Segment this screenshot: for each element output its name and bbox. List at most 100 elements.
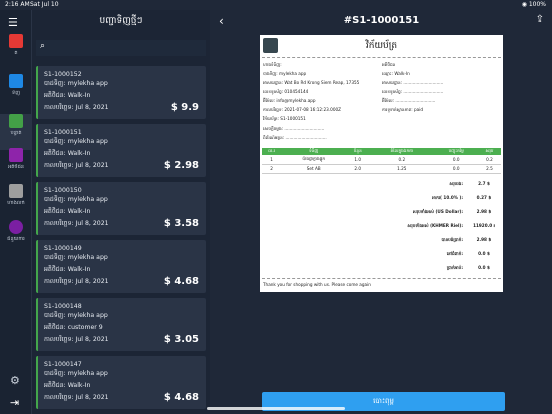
nav-label: បន្ទាត់ bbox=[10, 130, 22, 136]
order-id: S1-1000150 bbox=[44, 187, 82, 194]
table-cell: 1.0 bbox=[346, 155, 370, 165]
logout-icon[interactable]: ⇥ bbox=[10, 396, 19, 409]
order-amount: $ 4.68 bbox=[163, 392, 199, 403]
home-indicator bbox=[207, 407, 345, 410]
user-icon bbox=[9, 148, 23, 162]
list-icon bbox=[9, 114, 23, 128]
order-amount: $ 9.9 bbox=[170, 102, 199, 113]
order-date: កាលបរិច្ឆេទ: Jul 8, 2021 bbox=[44, 162, 109, 169]
order-card[interactable]: S1-1000147 បាដទិញ: mylekha app អតិថិជន: … bbox=[36, 356, 206, 409]
store-field: បាងទិញ: mylekha app bbox=[263, 71, 307, 76]
order-customer: អតិថិជន: Walk-In bbox=[44, 92, 91, 99]
table-header: សរុប bbox=[477, 148, 501, 155]
pos-icon bbox=[9, 34, 23, 48]
summary-label: សរុបរង: bbox=[449, 181, 463, 186]
order-seller: បាដទិញ: mylekha app bbox=[44, 370, 108, 377]
order-card[interactable]: S1-1000151 បាដទិញ: mylekha app អតិថិជន: … bbox=[36, 124, 206, 177]
table-header: ល.រ bbox=[262, 148, 282, 155]
order-date: កាលបរិច្ឆេទ: Jul 8, 2021 bbox=[44, 104, 109, 111]
menu-icon[interactable]: ☰ bbox=[8, 16, 18, 29]
order-customer: អតិថិជន: Walk-In bbox=[44, 382, 91, 389]
store-field: ពិព័រណ៍អត្ថន: ..........................… bbox=[263, 135, 327, 140]
nav-item-pos[interactable]: ត bbox=[0, 34, 32, 70]
order-seller: បាដទិញ: mylekha app bbox=[44, 80, 108, 87]
summary-label: នៅជំពាក់: bbox=[446, 251, 463, 256]
order-id: S1-1000151 bbox=[44, 129, 82, 136]
order-seller: បាដទិញ: mylekha app bbox=[44, 138, 108, 145]
nav-rail: ☰ ត ទិញ បន្ទាត់ អតិថិជន ហាងលក់ ជំនួយការ … bbox=[0, 10, 32, 414]
table-cell: 1.25 bbox=[369, 164, 435, 174]
share-icon[interactable]: ⇪ bbox=[536, 14, 544, 25]
table-cell: 2.5 bbox=[477, 164, 501, 174]
nav-label: ទិញ bbox=[12, 90, 20, 96]
order-amount: $ 2.98 bbox=[163, 160, 199, 171]
summary-label: ប្រាក់អាប់: bbox=[446, 265, 463, 270]
table-cell: 0.0 bbox=[434, 164, 478, 174]
table-cell: 0.2 bbox=[369, 155, 435, 165]
store-icon bbox=[9, 184, 23, 198]
summary-value: 2.7 $ bbox=[478, 181, 490, 186]
order-customer: អតិថិជន: Walk-In bbox=[44, 208, 91, 215]
order-id: S1-1000147 bbox=[44, 361, 82, 368]
nav-item-store[interactable]: ហាងលក់ bbox=[0, 184, 32, 220]
store-field: កាលបរិច្ឆេទ: 2021-07-08 16:12:23.000Z bbox=[263, 107, 342, 112]
table-cell: 1 bbox=[262, 155, 282, 165]
summary-value: 0.0 $ bbox=[478, 265, 490, 270]
order-customer: អតិថិជន: customer 9 bbox=[44, 324, 103, 331]
table-cell: 2 bbox=[262, 164, 282, 174]
summary-label: បានបង់ប្រាក់: bbox=[441, 237, 463, 242]
nav-item-purchase[interactable]: ទិញ bbox=[0, 74, 32, 110]
table-header: បញ្ចុះតម្លៃ bbox=[434, 148, 478, 155]
order-date: កាលបរិច្ឆេទ: Jul 8, 2021 bbox=[44, 278, 109, 285]
summary-label: សរុបទាំងអស់ (KHMER Riel): bbox=[407, 223, 463, 228]
order-amount: $ 3.05 bbox=[163, 334, 199, 345]
summary-label: សរុបទាំងអស់ (US Dollar): bbox=[412, 209, 463, 214]
receipt-footer: Thank you for shopping with us. Please c… bbox=[263, 282, 371, 287]
customer-field: ឈ្មោះ: Walk-In bbox=[382, 71, 410, 76]
order-amount: $ 3.58 bbox=[163, 218, 199, 229]
customer-field: អ៊ីម៉ែល: .............................. bbox=[382, 98, 436, 103]
summary-value: 0.0 $ bbox=[478, 251, 490, 256]
nav-label: ជំនួយការ bbox=[7, 236, 25, 242]
table-cell: ប៉ាងផ្លាក្លាងផ្លូក bbox=[281, 155, 347, 165]
nav-item-orders[interactable]: បន្ទាត់ bbox=[0, 114, 32, 150]
search-bar[interactable]: ⌕ bbox=[36, 40, 206, 56]
customer-field: ការទូទាត់ស្ថានភាព: paid bbox=[382, 107, 424, 112]
status-time: 2:16 AM bbox=[5, 1, 30, 8]
order-card[interactable]: S1-1000148 បាដទិញ: mylekha app អតិថិជន: … bbox=[36, 298, 206, 351]
status-date: Sat Jul 10 bbox=[30, 1, 59, 8]
order-card[interactable]: S1-1000150 បាដទិញ: mylekha app អតិថិជន: … bbox=[36, 182, 206, 235]
store-field: វិក័យប័ត្រ: S1-1000151 bbox=[263, 116, 306, 121]
orders-list: S1-1000152 បាដទិញ: mylekha app អតិថិជន: … bbox=[36, 66, 206, 414]
summary-value: 0.27 $ bbox=[476, 195, 492, 200]
order-date: កាលបរិច្ឆេទ: Jul 8, 2021 bbox=[44, 220, 109, 227]
order-amount: $ 4.68 bbox=[163, 276, 199, 287]
table-cell: 0.0 bbox=[434, 155, 478, 165]
summary-value: 2.98 $ bbox=[476, 209, 492, 214]
divider bbox=[262, 57, 501, 58]
settings-icon[interactable]: ⚙ bbox=[10, 374, 20, 387]
nav-item-customers[interactable]: អតិថិជន bbox=[0, 148, 32, 184]
basket-icon bbox=[9, 74, 23, 88]
orders-panel: បញ្ជាទិញថ្មីៗ ⌕ S1-1000152 បាដទិញ: mylek… bbox=[32, 10, 210, 414]
nav-item-help[interactable]: ជំនួយការ bbox=[0, 220, 32, 256]
table-row: 1 ប៉ាងផ្លាក្លាងផ្លូក 1.0 0.2 0.0 0.2 bbox=[262, 155, 501, 165]
divider bbox=[262, 278, 501, 279]
order-detail-title: #S1-1000151 bbox=[343, 15, 420, 26]
order-customer: អតិថិជន: Walk-In bbox=[44, 266, 91, 273]
order-card[interactable]: S1-1000152 បាដទិញ: mylekha app អតិថិជន: … bbox=[36, 66, 206, 119]
receipt: វិក័យប័ត្រ ហាងទំនិញ: បាងទិញ: mylekha app… bbox=[260, 35, 503, 292]
orders-title: បញ្ជាទិញថ្មីៗ bbox=[99, 16, 143, 26]
search-input[interactable] bbox=[52, 42, 200, 54]
store-field: អ៊ីម៉ែល: info@mylekha.app bbox=[263, 98, 316, 103]
customer-field: អាសយដ្ឋាន: .............................… bbox=[382, 80, 444, 85]
status-bar: 2:16 AM Sat Jul 10 ◉ 100% bbox=[0, 0, 552, 10]
store-field: អាសយដ្ឋាន: Wat Bo Rd Krong Siem Reap, 17… bbox=[263, 80, 360, 85]
order-id: S1-1000152 bbox=[44, 71, 82, 78]
order-card[interactable]: S1-1000149 បាដទិញ: mylekha app អតិថិជន: … bbox=[36, 240, 206, 293]
table-row: 2 Set AB 2.0 1.25 0.0 2.5 bbox=[262, 164, 501, 174]
customer-field: លេខទូរស័ព្ទ: ...........................… bbox=[382, 89, 444, 94]
order-seller: បាដទិញ: mylekha app bbox=[44, 196, 108, 203]
table-header: ទំនិញ bbox=[281, 148, 347, 155]
summary-value: 2.98 $ bbox=[476, 237, 492, 242]
